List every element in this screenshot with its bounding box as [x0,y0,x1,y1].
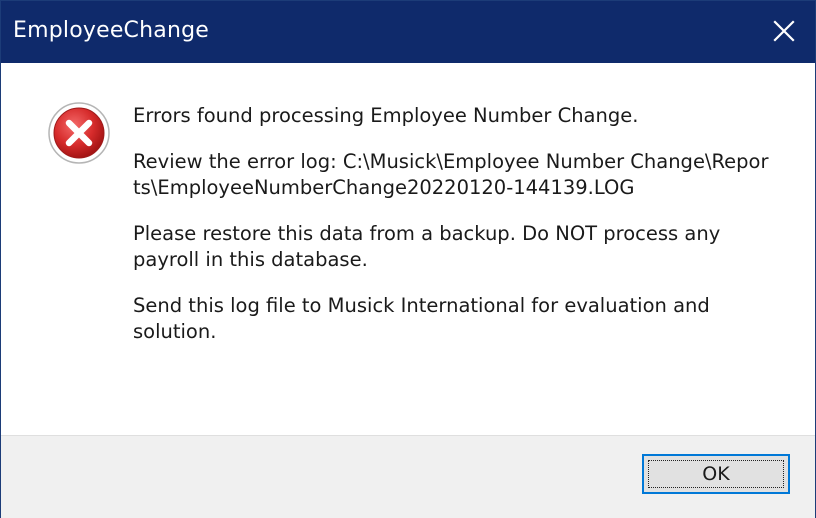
title-bar: EmployeeChange [1,1,815,63]
send-log-instruction-text: Send this log file to Musick Internation… [133,294,710,343]
restore-instruction-text: Please restore this data from a backup. … [133,222,721,271]
error-log-path-text: Review the error log: C:\Musick\Employee… [133,150,769,199]
error-summary-text: Errors found processing Employee Number … [133,104,639,127]
ok-button[interactable]: OK [642,454,790,494]
close-button[interactable] [755,3,813,59]
error-icon [48,102,110,164]
button-bar: OK [1,435,815,518]
dialog-content: Errors found processing Employee Number … [1,63,815,435]
focus-rectangle [648,460,784,488]
window-title: EmployeeChange [13,18,209,43]
message-dialog: EmployeeChange Errors found processing E… [0,0,816,518]
message-text: Errors found processing Employee Number … [133,103,773,365]
close-icon [773,20,795,42]
